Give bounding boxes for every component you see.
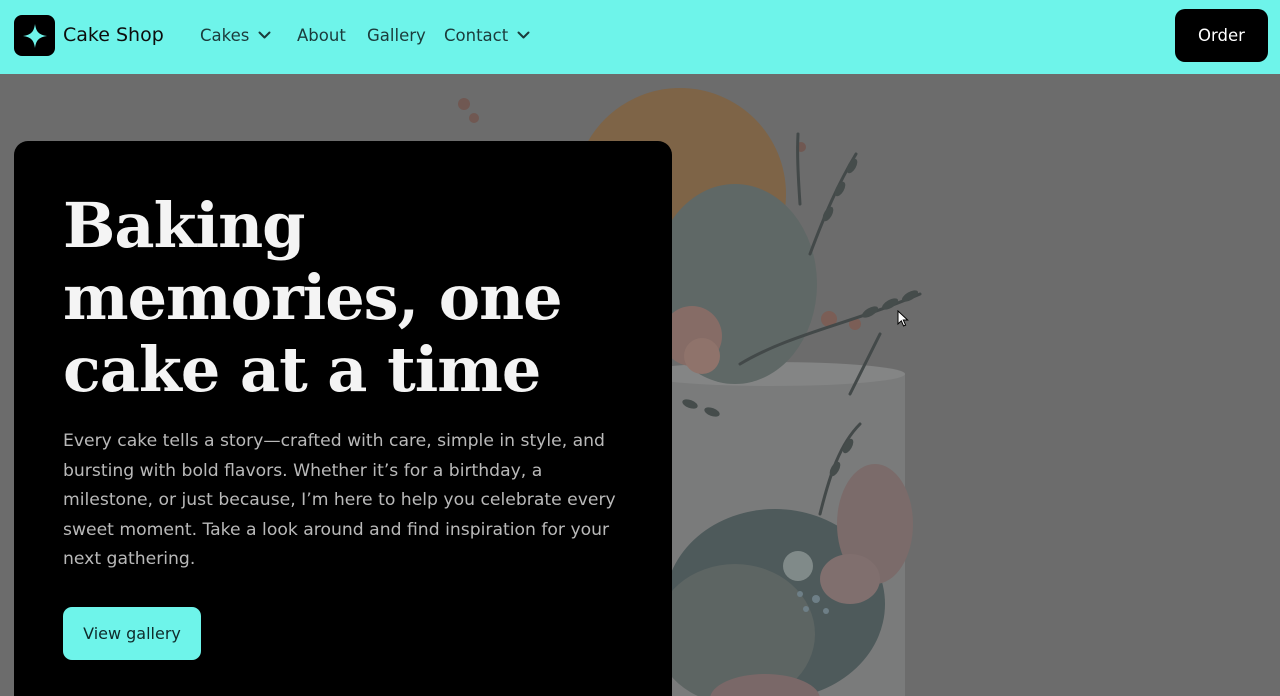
nav-item-label: Contact — [444, 25, 509, 45]
nav-item-label: Gallery — [367, 25, 426, 45]
site-header: Cake Shop Cakes About Gallery Contact Or… — [0, 0, 1280, 74]
hero-headline: Baking memories, one cake at a time — [63, 189, 563, 406]
sparkle-icon — [22, 23, 47, 48]
order-button[interactable]: Order — [1175, 9, 1268, 62]
chevron-down-icon — [258, 31, 271, 38]
nav-item-cakes[interactable]: Cakes — [200, 22, 271, 48]
logo-mark[interactable] — [14, 15, 55, 56]
nav-item-label: About — [297, 25, 346, 45]
cursor-icon — [897, 310, 909, 327]
brand-name[interactable]: Cake Shop — [63, 22, 164, 48]
nav-item-about[interactable]: About — [297, 22, 346, 48]
view-gallery-button[interactable]: View gallery — [63, 607, 201, 660]
nav-item-label: Cakes — [200, 25, 250, 45]
nav-item-contact[interactable]: Contact — [444, 22, 530, 48]
hero-description: Every cake tells a story—crafted with ca… — [63, 431, 616, 570]
nav-item-gallery[interactable]: Gallery — [367, 22, 426, 48]
chevron-down-icon — [517, 31, 530, 38]
